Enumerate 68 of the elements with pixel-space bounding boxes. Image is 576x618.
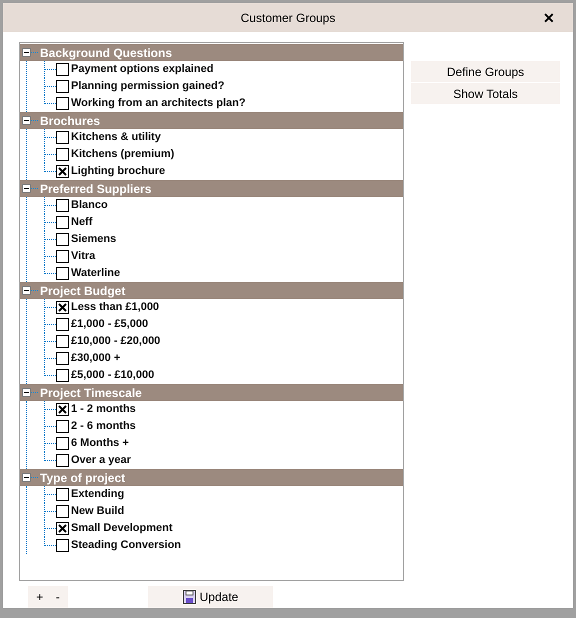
- checkbox[interactable]: [56, 148, 69, 161]
- checkbox[interactable]: [56, 267, 69, 280]
- collapse-icon[interactable]: [22, 184, 31, 193]
- item-label: Siemens: [71, 232, 116, 248]
- item-label: Neff: [71, 215, 92, 230]
- item-label: Kitchens & utility: [71, 130, 161, 146]
- checkbox[interactable]: [56, 97, 69, 110]
- collapse-icon[interactable]: [22, 286, 31, 295]
- group-label: Project Budget: [40, 282, 126, 300]
- checkbox[interactable]: [56, 522, 69, 535]
- group-label: Project Timescale: [40, 384, 142, 402]
- collapse-icon[interactable]: [22, 388, 31, 397]
- item-label: New Build: [71, 504, 124, 520]
- checkbox[interactable]: [56, 352, 69, 365]
- group-label: Background Questions: [40, 44, 172, 62]
- item-label: Blanco: [71, 198, 108, 214]
- checkbox[interactable]: [56, 80, 69, 93]
- item-label: Planning permission gained?: [71, 79, 224, 94]
- checkbox[interactable]: [56, 539, 69, 552]
- checkbox[interactable]: [56, 403, 69, 416]
- item-label: Over a year: [71, 453, 131, 468]
- item-label: £5,000 - £10,000: [71, 368, 154, 384]
- checkbox[interactable]: [56, 199, 69, 212]
- side-button[interactable]: Define Groups: [411, 61, 560, 82]
- item-label: 6 Months +: [71, 436, 129, 452]
- checkbox[interactable]: [56, 63, 69, 76]
- item-label: 1 - 2 months: [71, 402, 136, 418]
- checkbox[interactable]: [56, 437, 69, 450]
- item-label: £1,000 - £5,000: [71, 317, 148, 332]
- checkbox[interactable]: [56, 233, 69, 246]
- checkbox[interactable]: [56, 505, 69, 518]
- checkbox[interactable]: [56, 318, 69, 331]
- checkbox[interactable]: [56, 250, 69, 263]
- checkbox[interactable]: [56, 420, 69, 433]
- item-label: Lighting brochure: [71, 164, 166, 180]
- save-icon: [182, 590, 196, 604]
- group-label: Brochures: [40, 112, 100, 130]
- window-title: Customer Groups: [240, 10, 336, 26]
- collapse-icon[interactable]: [22, 473, 31, 482]
- item-label: Small Development: [71, 521, 172, 536]
- checkbox[interactable]: [56, 369, 69, 382]
- checkbox[interactable]: [56, 216, 69, 229]
- checkbox[interactable]: [56, 488, 69, 501]
- add-button[interactable]: +: [36, 590, 44, 604]
- checkbox[interactable]: [56, 335, 69, 348]
- checkbox[interactable]: [56, 454, 69, 467]
- checkbox[interactable]: [56, 165, 69, 178]
- checkbox[interactable]: [56, 301, 69, 314]
- checkbox[interactable]: [56, 131, 69, 144]
- collapse-icon[interactable]: [22, 116, 31, 125]
- side-button[interactable]: Show Totals: [411, 83, 560, 104]
- group-label: Type of project: [40, 470, 126, 486]
- item-label: Less than £1,000: [71, 300, 160, 316]
- close-button[interactable]: ✕: [543, 10, 555, 26]
- item-label: Steading Conversion: [71, 538, 182, 554]
- item-label: Vitra: [71, 249, 96, 264]
- update-button[interactable]: Update: [148, 586, 273, 608]
- item-label: Payment options explained: [71, 62, 214, 78]
- item-label: 2 - 6 months: [71, 419, 136, 434]
- item-label: £30,000 +: [71, 351, 120, 366]
- item-label: Extending: [71, 487, 124, 502]
- item-label: Kitchens (premium): [71, 147, 174, 162]
- remove-button[interactable]: -: [56, 590, 60, 604]
- collapse-icon[interactable]: [22, 48, 31, 57]
- item-label: Waterline: [71, 266, 120, 282]
- item-label: £10,000 - £20,000: [71, 334, 160, 350]
- item-label: Working from an architects plan?: [71, 96, 246, 112]
- group-label: Preferred Suppliers: [40, 180, 152, 198]
